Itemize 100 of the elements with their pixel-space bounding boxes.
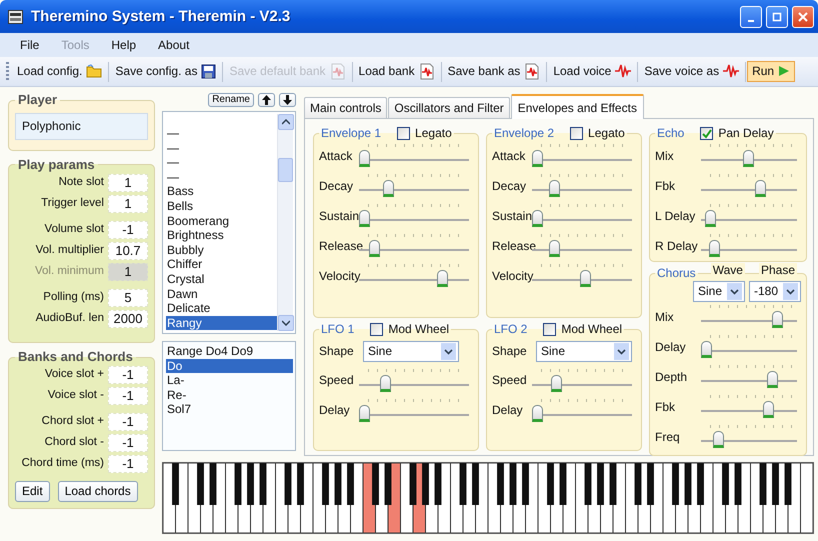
checkbox[interactable]	[700, 127, 714, 140]
minimize-button[interactable]	[740, 6, 762, 28]
checkbox[interactable]	[397, 127, 410, 140]
number-field[interactable]: -1	[108, 455, 148, 474]
field-label: Voice slot -	[48, 389, 104, 404]
list-item[interactable]: Re-	[166, 388, 293, 402]
slider-thumb[interactable]	[742, 150, 754, 167]
dropdown[interactable]: -180	[749, 281, 801, 302]
field-label: AudioBuf. len	[36, 312, 104, 326]
dropdown[interactable]: Sine	[693, 281, 745, 302]
toolbar-button[interactable]: Save voice as	[639, 61, 744, 82]
slider-thumb[interactable]	[754, 180, 766, 197]
close-button[interactable]	[792, 6, 814, 28]
list-item[interactable]: Range Do4 Do9	[166, 344, 293, 359]
slider-thumb[interactable]	[436, 270, 448, 287]
list-item[interactable]: Bubbly	[166, 242, 277, 258]
slider-thumb[interactable]	[763, 401, 774, 418]
list-item[interactable]: Brightness	[166, 228, 277, 243]
list-item[interactable]: La-	[166, 373, 293, 388]
player-mode-field[interactable]: Polyphonic	[15, 113, 148, 140]
toolbar-button[interactable]: Save config. as	[110, 61, 222, 82]
list-item[interactable]: Rangy	[166, 316, 277, 330]
toolbar-button[interactable]: Load voice	[548, 61, 636, 82]
rename-button[interactable]: Rename	[208, 93, 254, 107]
toolbar-button[interactable]: Run	[747, 61, 796, 82]
list-item[interactable]: Sol7	[166, 402, 293, 417]
list-item[interactable]: —	[166, 140, 277, 156]
list-item[interactable]: Bass	[166, 184, 277, 199]
tab[interactable]: Envelopes and Effects	[510, 94, 644, 120]
slider-thumb[interactable]	[532, 150, 543, 167]
slider-thumb[interactable]	[580, 270, 591, 287]
slider-thumb[interactable]	[772, 311, 783, 328]
slider-thumb[interactable]	[368, 240, 380, 257]
load-chords-button[interactable]: Load chords	[58, 481, 138, 502]
slider-thumb[interactable]	[713, 431, 724, 448]
move-down-button[interactable]	[279, 93, 296, 107]
toolbar-button[interactable]: Save bank as	[442, 60, 546, 83]
tab[interactable]: Main controls	[304, 97, 388, 118]
list-item[interactable]: —	[166, 155, 277, 170]
slider-thumb[interactable]	[701, 341, 712, 358]
slider-thumb[interactable]	[359, 404, 370, 422]
number-field[interactable]: 1	[108, 174, 148, 192]
slider-thumb[interactable]	[383, 180, 394, 197]
slider-thumb[interactable]	[532, 404, 543, 422]
list-item[interactable]: Dawn	[166, 286, 277, 302]
menu-item[interactable]: About	[158, 38, 190, 52]
slider-thumb[interactable]	[551, 374, 562, 392]
checkbox-label: Legato	[415, 126, 452, 141]
document-wave-icon	[330, 63, 346, 80]
chevron-up-icon[interactable]	[282, 119, 290, 125]
move-up-button[interactable]	[258, 93, 275, 107]
dropdown[interactable]: Sine	[536, 340, 632, 362]
number-field[interactable]: -1	[108, 413, 148, 432]
slider-thumb[interactable]	[549, 240, 560, 257]
list-item[interactable]: —	[166, 170, 277, 184]
slider-thumb[interactable]	[359, 210, 370, 227]
edit-button[interactable]: Edit	[15, 481, 50, 502]
slider-thumb[interactable]	[709, 240, 720, 257]
dropdown[interactable]: Sine	[363, 340, 459, 362]
slider-label: Depth	[655, 370, 688, 384]
list-item[interactable]: Do	[166, 358, 293, 374]
scrollbar[interactable]	[277, 114, 293, 331]
number-field[interactable]: 5	[108, 288, 148, 307]
maximize-button[interactable]	[766, 6, 788, 28]
checkbox[interactable]	[543, 322, 556, 336]
list-item[interactable]: Crystal	[166, 272, 277, 287]
natural-key[interactable]	[800, 463, 813, 534]
slider-thumb[interactable]	[380, 374, 392, 392]
checkbox[interactable]	[570, 127, 584, 140]
list-item[interactable]: Bells	[166, 198, 277, 214]
list-item[interactable]: —	[166, 126, 277, 141]
slider-thumb[interactable]	[767, 371, 778, 388]
number-field[interactable]: 1	[108, 194, 148, 213]
scrollbar-thumb[interactable]	[278, 158, 293, 182]
number-field[interactable]: 2000	[108, 310, 148, 328]
group-title: Play params	[17, 158, 96, 172]
checkbox[interactable]	[370, 322, 384, 336]
list-item[interactable]: Boomerang	[166, 214, 277, 228]
toolbar-button[interactable]: Load config.	[12, 61, 108, 82]
window-title: Theremino System - Theremin - V2.3	[31, 8, 292, 26]
field-label: Chord slot +	[42, 415, 104, 430]
number-field[interactable]: -1	[108, 387, 148, 406]
toolbar-button[interactable]: Load bank	[354, 60, 440, 83]
slider-thumb[interactable]	[549, 180, 560, 197]
number-field[interactable]: -1	[108, 366, 148, 384]
list-item[interactable]: Chiffer	[166, 257, 277, 272]
slider-label: Velocity	[319, 268, 359, 283]
slider-label: Sustain	[319, 208, 359, 223]
menu-item[interactable]: File	[20, 38, 40, 52]
chevron-down-icon[interactable]	[282, 320, 290, 326]
slider-thumb[interactable]	[705, 210, 716, 227]
list-item[interactable]: Delicate	[166, 301, 277, 316]
number-field[interactable]: -1	[108, 434, 148, 452]
tab[interactable]: Oscillators and Filter	[388, 97, 510, 118]
menu-item[interactable]: Help	[111, 38, 136, 52]
slider-label: Mix	[655, 148, 675, 163]
number-field[interactable]: 10.7	[108, 242, 148, 260]
number-field[interactable]: -1	[108, 220, 148, 239]
slider-thumb[interactable]	[532, 210, 543, 227]
slider-thumb[interactable]	[359, 150, 370, 167]
